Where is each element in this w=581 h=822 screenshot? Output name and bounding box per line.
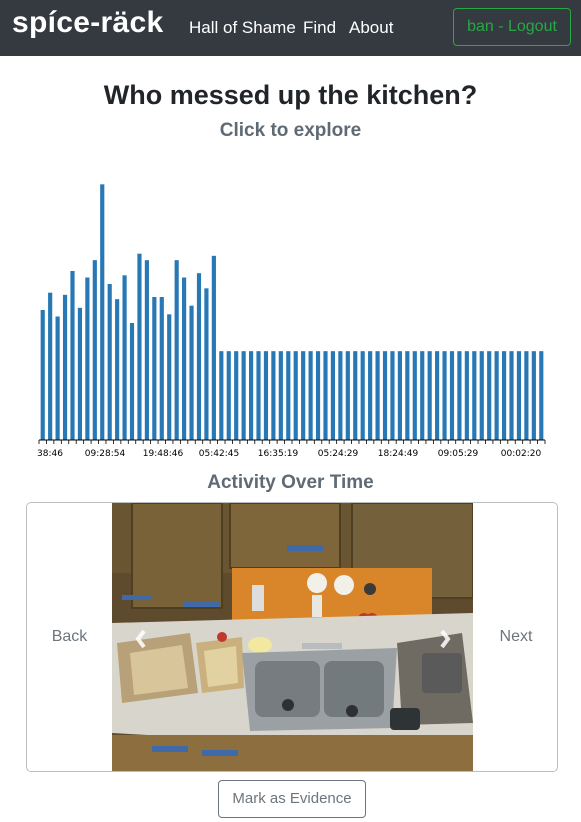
chart-bar[interactable] bbox=[479, 351, 484, 440]
x-tick-label: 09:05:29 bbox=[438, 449, 479, 459]
chart-bar[interactable] bbox=[115, 299, 120, 440]
chart-bar[interactable] bbox=[211, 255, 216, 440]
chart-bar[interactable] bbox=[427, 351, 432, 440]
activity-bar-chart[interactable]: 38:46 09:28:54 19:48:46 05:42:45 16:35:19 05:… bbox=[0, 160, 581, 465]
x-tick-label: 05:42:45 bbox=[199, 449, 239, 459]
page-title: Who messed up the kitchen? bbox=[103, 80, 478, 110]
chart-bar[interactable] bbox=[420, 351, 425, 440]
chart-bar[interactable] bbox=[167, 314, 172, 440]
chart-bar[interactable] bbox=[107, 284, 112, 440]
chart-bar[interactable] bbox=[85, 277, 90, 441]
chart-bar[interactable] bbox=[248, 351, 254, 440]
next-button[interactable]: Next bbox=[473, 503, 557, 771]
chart-bar[interactable] bbox=[397, 351, 402, 440]
chart-bar[interactable] bbox=[405, 351, 410, 440]
chart-bar[interactable] bbox=[338, 351, 343, 440]
x-tick-label: 19:48:46 bbox=[143, 449, 184, 459]
chart-bar[interactable] bbox=[55, 316, 60, 441]
chart-bar[interactable] bbox=[494, 351, 499, 440]
logout-button[interactable]: ban - Logout bbox=[453, 8, 571, 46]
chart-bar[interactable] bbox=[382, 351, 388, 440]
brand-logo[interactable]: spíce-räck bbox=[12, 6, 163, 40]
x-tick-label: 00:02:20 bbox=[501, 449, 542, 459]
chart-bar[interactable] bbox=[323, 351, 328, 440]
back-button[interactable]: Back bbox=[27, 503, 112, 771]
page-subtitle: Click to explore bbox=[219, 120, 362, 141]
x-tick-label: 09:28:54 bbox=[85, 449, 126, 459]
chart-bar[interactable] bbox=[531, 351, 536, 440]
chart-bar[interactable] bbox=[62, 294, 68, 440]
chart-bar[interactable] bbox=[464, 351, 469, 440]
kitchen-photo bbox=[112, 503, 473, 771]
chart-bar[interactable] bbox=[189, 305, 194, 440]
evidence-carousel: Back Next bbox=[26, 502, 558, 772]
chart-bar[interactable] bbox=[271, 351, 276, 440]
chart-bar[interactable] bbox=[182, 277, 187, 441]
chart-bar[interactable] bbox=[524, 351, 529, 440]
chart-bar[interactable] bbox=[219, 351, 224, 440]
chart-bar[interactable] bbox=[129, 323, 135, 440]
chart-bar[interactable] bbox=[92, 260, 97, 440]
mark-as-evidence-button[interactable]: Mark as Evidence bbox=[218, 780, 366, 818]
chart-bar[interactable] bbox=[368, 351, 373, 440]
chart-bar[interactable] bbox=[315, 351, 321, 440]
chart-bar[interactable] bbox=[174, 260, 179, 440]
chart-bar[interactable] bbox=[234, 351, 239, 440]
chart-bar[interactable] bbox=[442, 351, 447, 440]
chart-bar[interactable] bbox=[301, 351, 306, 440]
chart-bar[interactable] bbox=[204, 288, 209, 440]
x-tick-label: 38:46 bbox=[37, 449, 63, 459]
chart-bar[interactable] bbox=[487, 351, 492, 440]
chart-bar[interactable] bbox=[308, 351, 313, 440]
chart-bar[interactable] bbox=[48, 292, 53, 440]
chart-bar[interactable] bbox=[457, 351, 462, 440]
chart-bar[interactable] bbox=[509, 351, 514, 440]
chart-bar[interactable] bbox=[100, 184, 105, 440]
x-tick-label: 16:35:19 bbox=[258, 449, 299, 459]
chart-bar[interactable] bbox=[122, 275, 127, 440]
chart-bar[interactable] bbox=[77, 307, 83, 440]
chart-bar[interactable] bbox=[501, 351, 507, 440]
chart-bar[interactable] bbox=[345, 351, 350, 440]
chart-bar[interactable] bbox=[360, 351, 365, 440]
chart-bar[interactable] bbox=[226, 351, 231, 440]
x-tick-label: 05:24:29 bbox=[318, 449, 359, 459]
chart-bar[interactable] bbox=[435, 351, 440, 440]
chart-bar[interactable] bbox=[241, 351, 246, 440]
chart-bar[interactable] bbox=[40, 310, 45, 440]
nav-link-find[interactable]: Find bbox=[303, 18, 336, 38]
chart-bar[interactable] bbox=[70, 271, 75, 440]
chart-bar[interactable] bbox=[159, 297, 164, 440]
chart-bar[interactable] bbox=[286, 351, 291, 440]
chart-bar[interactable] bbox=[539, 351, 544, 440]
chart-bar[interactable] bbox=[516, 351, 522, 440]
chart-bar[interactable] bbox=[144, 260, 149, 440]
chart-title: Activity Over Time bbox=[207, 472, 374, 493]
chart-bar[interactable] bbox=[137, 253, 142, 440]
chart-bar[interactable] bbox=[256, 351, 261, 440]
navbar: spíce-räck Hall of Shame Find About ban … bbox=[0, 0, 581, 56]
x-tick-label: 18:24:49 bbox=[378, 449, 419, 459]
chart-bar[interactable] bbox=[330, 351, 336, 440]
chart-bar[interactable] bbox=[278, 351, 283, 440]
chart-bar[interactable] bbox=[390, 351, 395, 440]
nav-link-about[interactable]: About bbox=[349, 18, 393, 38]
chart-bar[interactable] bbox=[353, 351, 358, 440]
chart-bar[interactable] bbox=[375, 351, 380, 440]
chart-bar[interactable] bbox=[152, 297, 157, 440]
nav-link-hall-of-shame[interactable]: Hall of Shame bbox=[189, 18, 296, 38]
chart-bar[interactable] bbox=[196, 273, 202, 440]
chart-bar[interactable] bbox=[412, 351, 417, 440]
chart-bar[interactable] bbox=[293, 351, 298, 440]
chart-bar[interactable] bbox=[449, 351, 455, 440]
chart-bar[interactable] bbox=[472, 351, 477, 440]
chart-bar[interactable] bbox=[263, 351, 269, 440]
